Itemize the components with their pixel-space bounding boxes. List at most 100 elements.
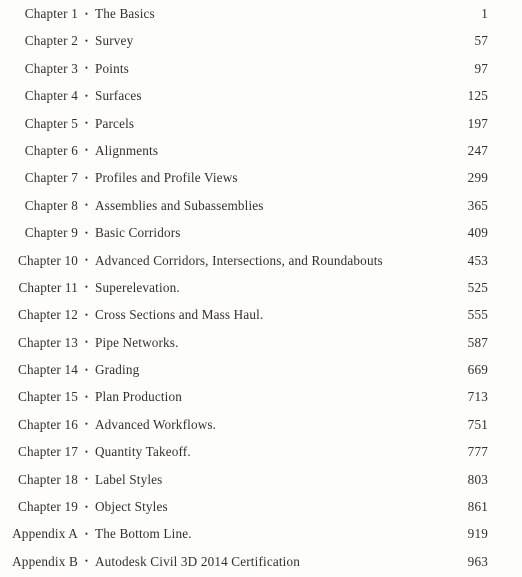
- toc-entry-label: Chapter 15: [17, 389, 78, 405]
- toc-entry[interactable]: Chapter 12 • Cross Sections and Mass Haul.…: [0, 301, 522, 328]
- toc-entry-page-number[interactable]: 861: [451, 493, 488, 520]
- bullet-icon: •: [84, 309, 89, 320]
- bullet-icon: •: [84, 501, 89, 512]
- toc-entry-title[interactable]: Advanced Workflows.: [95, 411, 216, 438]
- toc-entry[interactable]: Chapter 4 • Surfaces 125: [0, 82, 522, 109]
- toc-entry-title[interactable]: Parcels: [95, 110, 139, 137]
- toc-entry[interactable]: Chapter 3 • Points 97: [0, 55, 522, 82]
- toc-entry-label: Chapter 18: [17, 471, 78, 487]
- toc-entry-title[interactable]: Surfaces: [95, 82, 147, 109]
- toc-entry-title[interactable]: Grading: [95, 356, 144, 383]
- toc-entry-title[interactable]: Label Styles: [95, 466, 167, 493]
- toc-entry-label: Chapter 6: [24, 142, 78, 158]
- bullet-icon: •: [84, 419, 89, 430]
- toc-entry-title[interactable]: Pipe Networks.: [95, 329, 179, 356]
- toc-entry-title[interactable]: Advanced Corridors, Intersections, and R…: [95, 247, 388, 274]
- bullet-icon: •: [84, 282, 89, 293]
- bullet-icon: •: [84, 528, 89, 539]
- bullet-icon: •: [84, 145, 89, 156]
- toc-entry-page-number[interactable]: 803: [451, 466, 488, 493]
- toc-entry-label: Chapter 4: [24, 88, 78, 104]
- toc-entry-inner: Chapter 18 • Label Styles 803: [0, 466, 488, 493]
- toc-entry-title[interactable]: The Bottom Line.: [95, 520, 192, 547]
- bullet-icon: •: [84, 227, 89, 238]
- toc-entry-label: Chapter 10: [17, 252, 78, 268]
- toc-entry-title[interactable]: Quantity Takeoff.: [95, 438, 191, 465]
- toc-entry-title[interactable]: The Basics: [95, 0, 160, 27]
- bullet-icon: •: [84, 172, 89, 183]
- toc-entry-page-number[interactable]: 453: [451, 247, 488, 274]
- toc-entry-page-number[interactable]: 777: [451, 438, 488, 465]
- toc-entry-title[interactable]: Cross Sections and Mass Haul.: [95, 301, 263, 328]
- bullet-icon: •: [84, 90, 89, 101]
- toc-entry-label: Chapter 17: [17, 444, 78, 460]
- toc-entry-page-number[interactable]: 963: [451, 548, 488, 575]
- bullet-icon: •: [84, 200, 89, 211]
- toc-entry-inner: Chapter 14 • Grading 669: [0, 356, 488, 383]
- toc-entry[interactable]: Chapter 13 • Pipe Networks. 587: [0, 329, 522, 356]
- toc-entry-title[interactable]: Survey: [95, 27, 138, 54]
- toc-entry-label: Chapter 8: [24, 197, 78, 213]
- toc-entry-label: Chapter 16: [17, 416, 78, 432]
- toc-entry-page-number[interactable]: 555: [451, 301, 488, 328]
- bullet-icon: •: [84, 118, 89, 129]
- toc-entry-page-number[interactable]: 409: [451, 219, 488, 246]
- toc-entry[interactable]: Chapter 6 • Alignments 247: [0, 137, 522, 164]
- toc-entry-inner: Chapter 16 • Advanced Workflows. 751: [0, 411, 488, 438]
- toc-entry-inner: Chapter 2 • Survey 57: [0, 27, 488, 54]
- toc-entry-label: Appendix A: [12, 526, 78, 542]
- toc-entry-title[interactable]: Object Styles: [95, 493, 173, 520]
- toc-entry[interactable]: Chapter 11 • Superelevation. 525: [0, 274, 522, 301]
- toc-entry-label: Chapter 3: [24, 60, 78, 76]
- toc-entry-title[interactable]: Superelevation.: [95, 274, 180, 301]
- toc-entry-title[interactable]: Profiles and Profile Views: [95, 164, 238, 191]
- toc-entry-inner: Chapter 9 • Basic Corridors 409: [0, 219, 488, 246]
- toc-entry[interactable]: Chapter 14 • Grading 669: [0, 356, 522, 383]
- bullet-icon: •: [84, 63, 89, 74]
- toc-entry-inner: Chapter 6 • Alignments 247: [0, 137, 488, 164]
- toc-entry[interactable]: Chapter 17 • Quantity Takeoff. 777: [0, 438, 522, 465]
- toc-entry-inner: Appendix A • The Bottom Line. 919: [0, 520, 488, 547]
- toc-entry-inner: Chapter 19 • Object Styles 861: [0, 493, 488, 520]
- toc-entry-title[interactable]: Basic Corridors: [95, 219, 186, 246]
- toc-entry-page-number[interactable]: 713: [451, 383, 488, 410]
- toc-entry-page-number[interactable]: 669: [451, 356, 488, 383]
- toc-entry-title[interactable]: Plan Production: [95, 383, 187, 410]
- toc-entry-title[interactable]: Autodesk Civil 3D 2014 Certification: [95, 548, 305, 575]
- toc-entry-page-number[interactable]: 299: [451, 164, 488, 191]
- toc-entry[interactable]: Chapter 5 • Parcels 197: [0, 110, 522, 137]
- toc-entry[interactable]: Chapter 2 • Survey 57: [0, 27, 522, 54]
- toc-entry-page-number[interactable]: 247: [451, 137, 488, 164]
- toc-entry-inner: Appendix B • Autodesk Civil 3D 2014 Certif…: [0, 548, 488, 575]
- toc-entry-page-number[interactable]: 1: [451, 0, 488, 27]
- toc-entry-page-number[interactable]: 751: [451, 411, 488, 438]
- toc-entry-inner: Chapter 15 • Plan Production 713: [0, 383, 488, 410]
- toc-entry[interactable]: Chapter 9 • Basic Corridors 409: [0, 219, 522, 246]
- toc-entry-title[interactable]: Assemblies and Subassemblies: [95, 192, 269, 219]
- toc-entry-page-number[interactable]: 365: [451, 192, 488, 219]
- toc-entry-page-number[interactable]: 197: [451, 110, 488, 137]
- toc-entry-page-number[interactable]: 587: [451, 329, 488, 356]
- toc-entry-page-number[interactable]: 57: [451, 27, 488, 54]
- toc-entry[interactable]: Chapter 15 • Plan Production 713: [0, 383, 522, 410]
- toc-entry-inner: Chapter 10 • Advanced Corridors, Intersect…: [0, 247, 488, 274]
- toc-entry[interactable]: Chapter 10 • Advanced Corridors, Intersect…: [0, 247, 522, 274]
- toc-entry-page-number[interactable]: 125: [451, 82, 488, 109]
- toc-entry-label: Appendix B: [12, 553, 78, 569]
- bullet-icon: •: [84, 474, 89, 485]
- toc-entry[interactable]: Chapter 7 • Profiles and Profile Views 299: [0, 164, 522, 191]
- toc-entry[interactable]: Appendix A • The Bottom Line. 919: [0, 520, 522, 547]
- toc-entry-page-number[interactable]: 97: [451, 55, 488, 82]
- toc-entry[interactable]: Chapter 18 • Label Styles 803: [0, 466, 522, 493]
- toc-entry[interactable]: Appendix B • Autodesk Civil 3D 2014 Certif…: [0, 548, 522, 575]
- toc-entry-page-number[interactable]: 919: [451, 520, 488, 547]
- toc-entry[interactable]: Chapter 16 • Advanced Workflows. 751: [0, 411, 522, 438]
- toc-entry-inner: Chapter 5 • Parcels 197: [0, 110, 488, 137]
- toc-entry[interactable]: Chapter 1 • The Basics 1: [0, 0, 522, 27]
- toc-entry-title[interactable]: Alignments: [95, 137, 163, 164]
- toc-entry[interactable]: Chapter 19 • Object Styles 861: [0, 493, 522, 520]
- toc-entry-inner: Chapter 3 • Points 97: [0, 55, 488, 82]
- toc-entry-title[interactable]: Points: [95, 55, 134, 82]
- toc-entry[interactable]: Chapter 8 • Assemblies and Subassemblies 36…: [0, 192, 522, 219]
- toc-entry-page-number[interactable]: 525: [451, 274, 488, 301]
